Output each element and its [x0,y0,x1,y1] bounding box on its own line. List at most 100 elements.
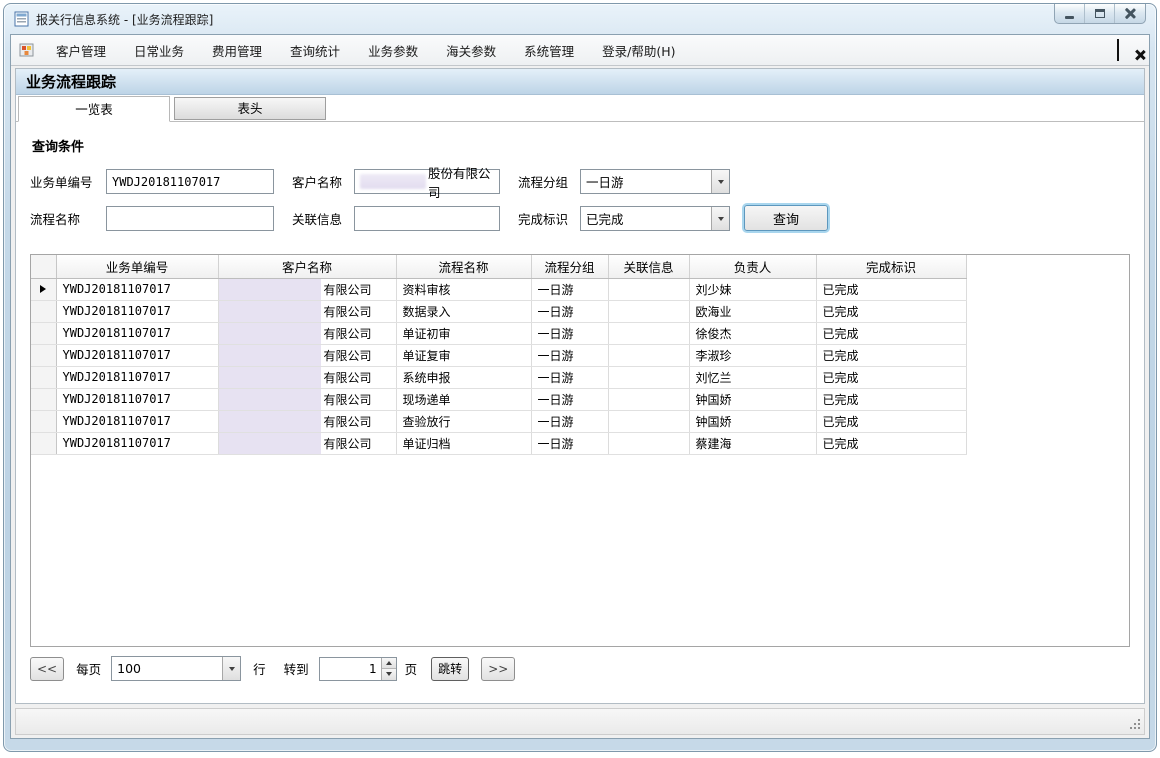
tab-list-view[interactable]: 一览表 [18,96,170,122]
row-selector[interactable] [31,300,56,322]
cell-owner[interactable]: 钟国娇 [689,388,816,410]
row-selector[interactable] [31,366,56,388]
cell-flow-name[interactable]: 系统申报 [396,366,531,388]
next-page-button[interactable]: >> [481,657,515,681]
menu-item-daily-business[interactable]: 日常业务 [120,36,198,65]
menu-item-login-help[interactable]: 登录/帮助(H) [588,36,689,65]
cell-order-no[interactable]: YWDJ20181107017 [56,388,218,410]
page-number-input[interactable]: 1 [319,657,397,681]
column-header-owner[interactable]: 负责人 [689,255,816,278]
spin-up-button[interactable] [382,658,396,670]
column-header-customer[interactable]: 客户名称 [218,255,396,278]
row-selector[interactable] [31,344,56,366]
table-row[interactable]: YWDJ20181107017 有限公司 系统申报 一日游 刘忆兰 已完成 [31,366,966,388]
column-header-complete-flag[interactable]: 完成标识 [816,255,966,278]
cell-related-info[interactable] [608,322,689,344]
dropdown-arrow-icon[interactable] [711,207,729,230]
resize-grip[interactable] [1128,718,1142,732]
flow-name-input[interactable] [106,206,274,231]
cell-flow-group[interactable]: 一日游 [531,300,608,322]
column-header-flow-group[interactable]: 流程分组 [531,255,608,278]
cell-flow-group[interactable]: 一日游 [531,322,608,344]
cell-order-no[interactable]: YWDJ20181107017 [56,322,218,344]
cell-order-no[interactable]: YWDJ20181107017 [56,410,218,432]
table-row[interactable]: YWDJ20181107017 有限公司 单证初审 一日游 徐俊杰 已完成 [31,322,966,344]
column-header-related-info[interactable]: 关联信息 [608,255,689,278]
minimize-button[interactable] [1055,4,1085,23]
table-row[interactable]: YWDJ20181107017 有限公司 单证复审 一日游 李淑珍 已完成 [31,344,966,366]
menu-item-system-mgmt[interactable]: 系统管理 [510,36,588,65]
cell-flow-group[interactable]: 一日游 [531,344,608,366]
cell-related-info[interactable] [608,432,689,454]
search-button[interactable]: 查询 [744,205,828,231]
close-button[interactable] [1115,4,1145,23]
table-row[interactable]: YWDJ20181107017 有限公司 查验放行 一日游 钟国娇 已完成 [31,410,966,432]
spin-down-button[interactable] [382,669,396,680]
maximize-button[interactable] [1085,4,1115,23]
cell-complete-flag[interactable]: 已完成 [816,410,966,432]
cell-owner[interactable]: 刘忆兰 [689,366,816,388]
cell-flow-name[interactable]: 查验放行 [396,410,531,432]
row-selector[interactable] [31,322,56,344]
row-selector[interactable] [31,388,56,410]
cell-owner[interactable]: 李淑珍 [689,344,816,366]
menu-item-business-params[interactable]: 业务参数 [354,36,432,65]
cell-complete-flag[interactable]: 已完成 [816,366,966,388]
table-row[interactable]: YWDJ20181107017 有限公司 单证归档 一日游 蔡建海 已完成 [31,432,966,454]
menu-item-fee-mgmt[interactable]: 费用管理 [198,36,276,65]
cell-flow-name[interactable]: 现场递单 [396,388,531,410]
cell-flow-group[interactable]: 一日游 [531,278,608,300]
customer-name-input[interactable]: 股份有限公司 [354,169,500,194]
cell-customer[interactable]: 有限公司 [218,432,396,454]
prev-page-button[interactable]: << [30,657,64,681]
cell-customer[interactable]: 有限公司 [218,322,396,344]
cell-related-info[interactable] [608,278,689,300]
cell-customer[interactable]: 有限公司 [218,388,396,410]
cell-owner[interactable]: 欧海业 [689,300,816,322]
column-header-flow-name[interactable]: 流程名称 [396,255,531,278]
row-selector-current[interactable] [31,278,56,300]
cell-related-info[interactable] [608,388,689,410]
cell-order-no[interactable]: YWDJ20181107017 [56,432,218,454]
cell-owner[interactable]: 徐俊杰 [689,322,816,344]
cell-customer[interactable]: 有限公司 [218,366,396,388]
cell-complete-flag[interactable]: 已完成 [816,278,966,300]
flow-group-select[interactable]: 一日游 [580,169,730,194]
cell-related-info[interactable] [608,410,689,432]
cell-customer[interactable]: 有限公司 [218,410,396,432]
table-row[interactable]: YWDJ20181107017 有限公司 资料审核 一日游 刘少妹 已完成 [31,278,966,300]
cell-customer[interactable]: 有限公司 [218,344,396,366]
cell-customer[interactable]: 有限公司 [218,300,396,322]
cell-complete-flag[interactable]: 已完成 [816,322,966,344]
column-header-order-no[interactable]: 业务单编号 [56,255,218,278]
cell-flow-name[interactable]: 资料审核 [396,278,531,300]
cell-complete-flag[interactable]: 已完成 [816,432,966,454]
cell-complete-flag[interactable]: 已完成 [816,344,966,366]
table-row[interactable]: YWDJ20181107017 有限公司 数据录入 一日游 欧海业 已完成 [31,300,966,322]
tab-table-header[interactable]: 表头 [174,97,326,120]
related-info-input[interactable] [354,206,500,231]
cell-related-info[interactable] [608,344,689,366]
cell-complete-flag[interactable]: 已完成 [816,388,966,410]
cell-owner[interactable]: 钟国娇 [689,410,816,432]
menu-item-query-stats[interactable]: 查询统计 [276,36,354,65]
cell-related-info[interactable] [608,300,689,322]
cell-flow-group[interactable]: 一日游 [531,432,608,454]
cell-related-info[interactable] [608,366,689,388]
cell-order-no[interactable]: YWDJ20181107017 [56,300,218,322]
cell-owner[interactable]: 蔡建海 [689,432,816,454]
cell-flow-group[interactable]: 一日游 [531,410,608,432]
cell-customer[interactable]: 有限公司 [218,278,396,300]
dropdown-arrow-icon[interactable] [222,657,240,680]
cell-complete-flag[interactable]: 已完成 [816,300,966,322]
jump-button[interactable]: 跳转 [431,657,469,681]
order-no-input[interactable] [106,169,274,194]
cell-order-no[interactable]: YWDJ20181107017 [56,344,218,366]
table-row[interactable]: YWDJ20181107017 有限公司 现场递单 一日游 钟国娇 已完成 [31,388,966,410]
complete-flag-select[interactable]: 已完成 [580,206,730,231]
mdi-restore-button[interactable] [1117,41,1119,60]
row-selector[interactable] [31,410,56,432]
cell-owner[interactable]: 刘少妹 [689,278,816,300]
menu-item-customs-params[interactable]: 海关参数 [432,36,510,65]
cell-flow-name[interactable]: 单证复审 [396,344,531,366]
